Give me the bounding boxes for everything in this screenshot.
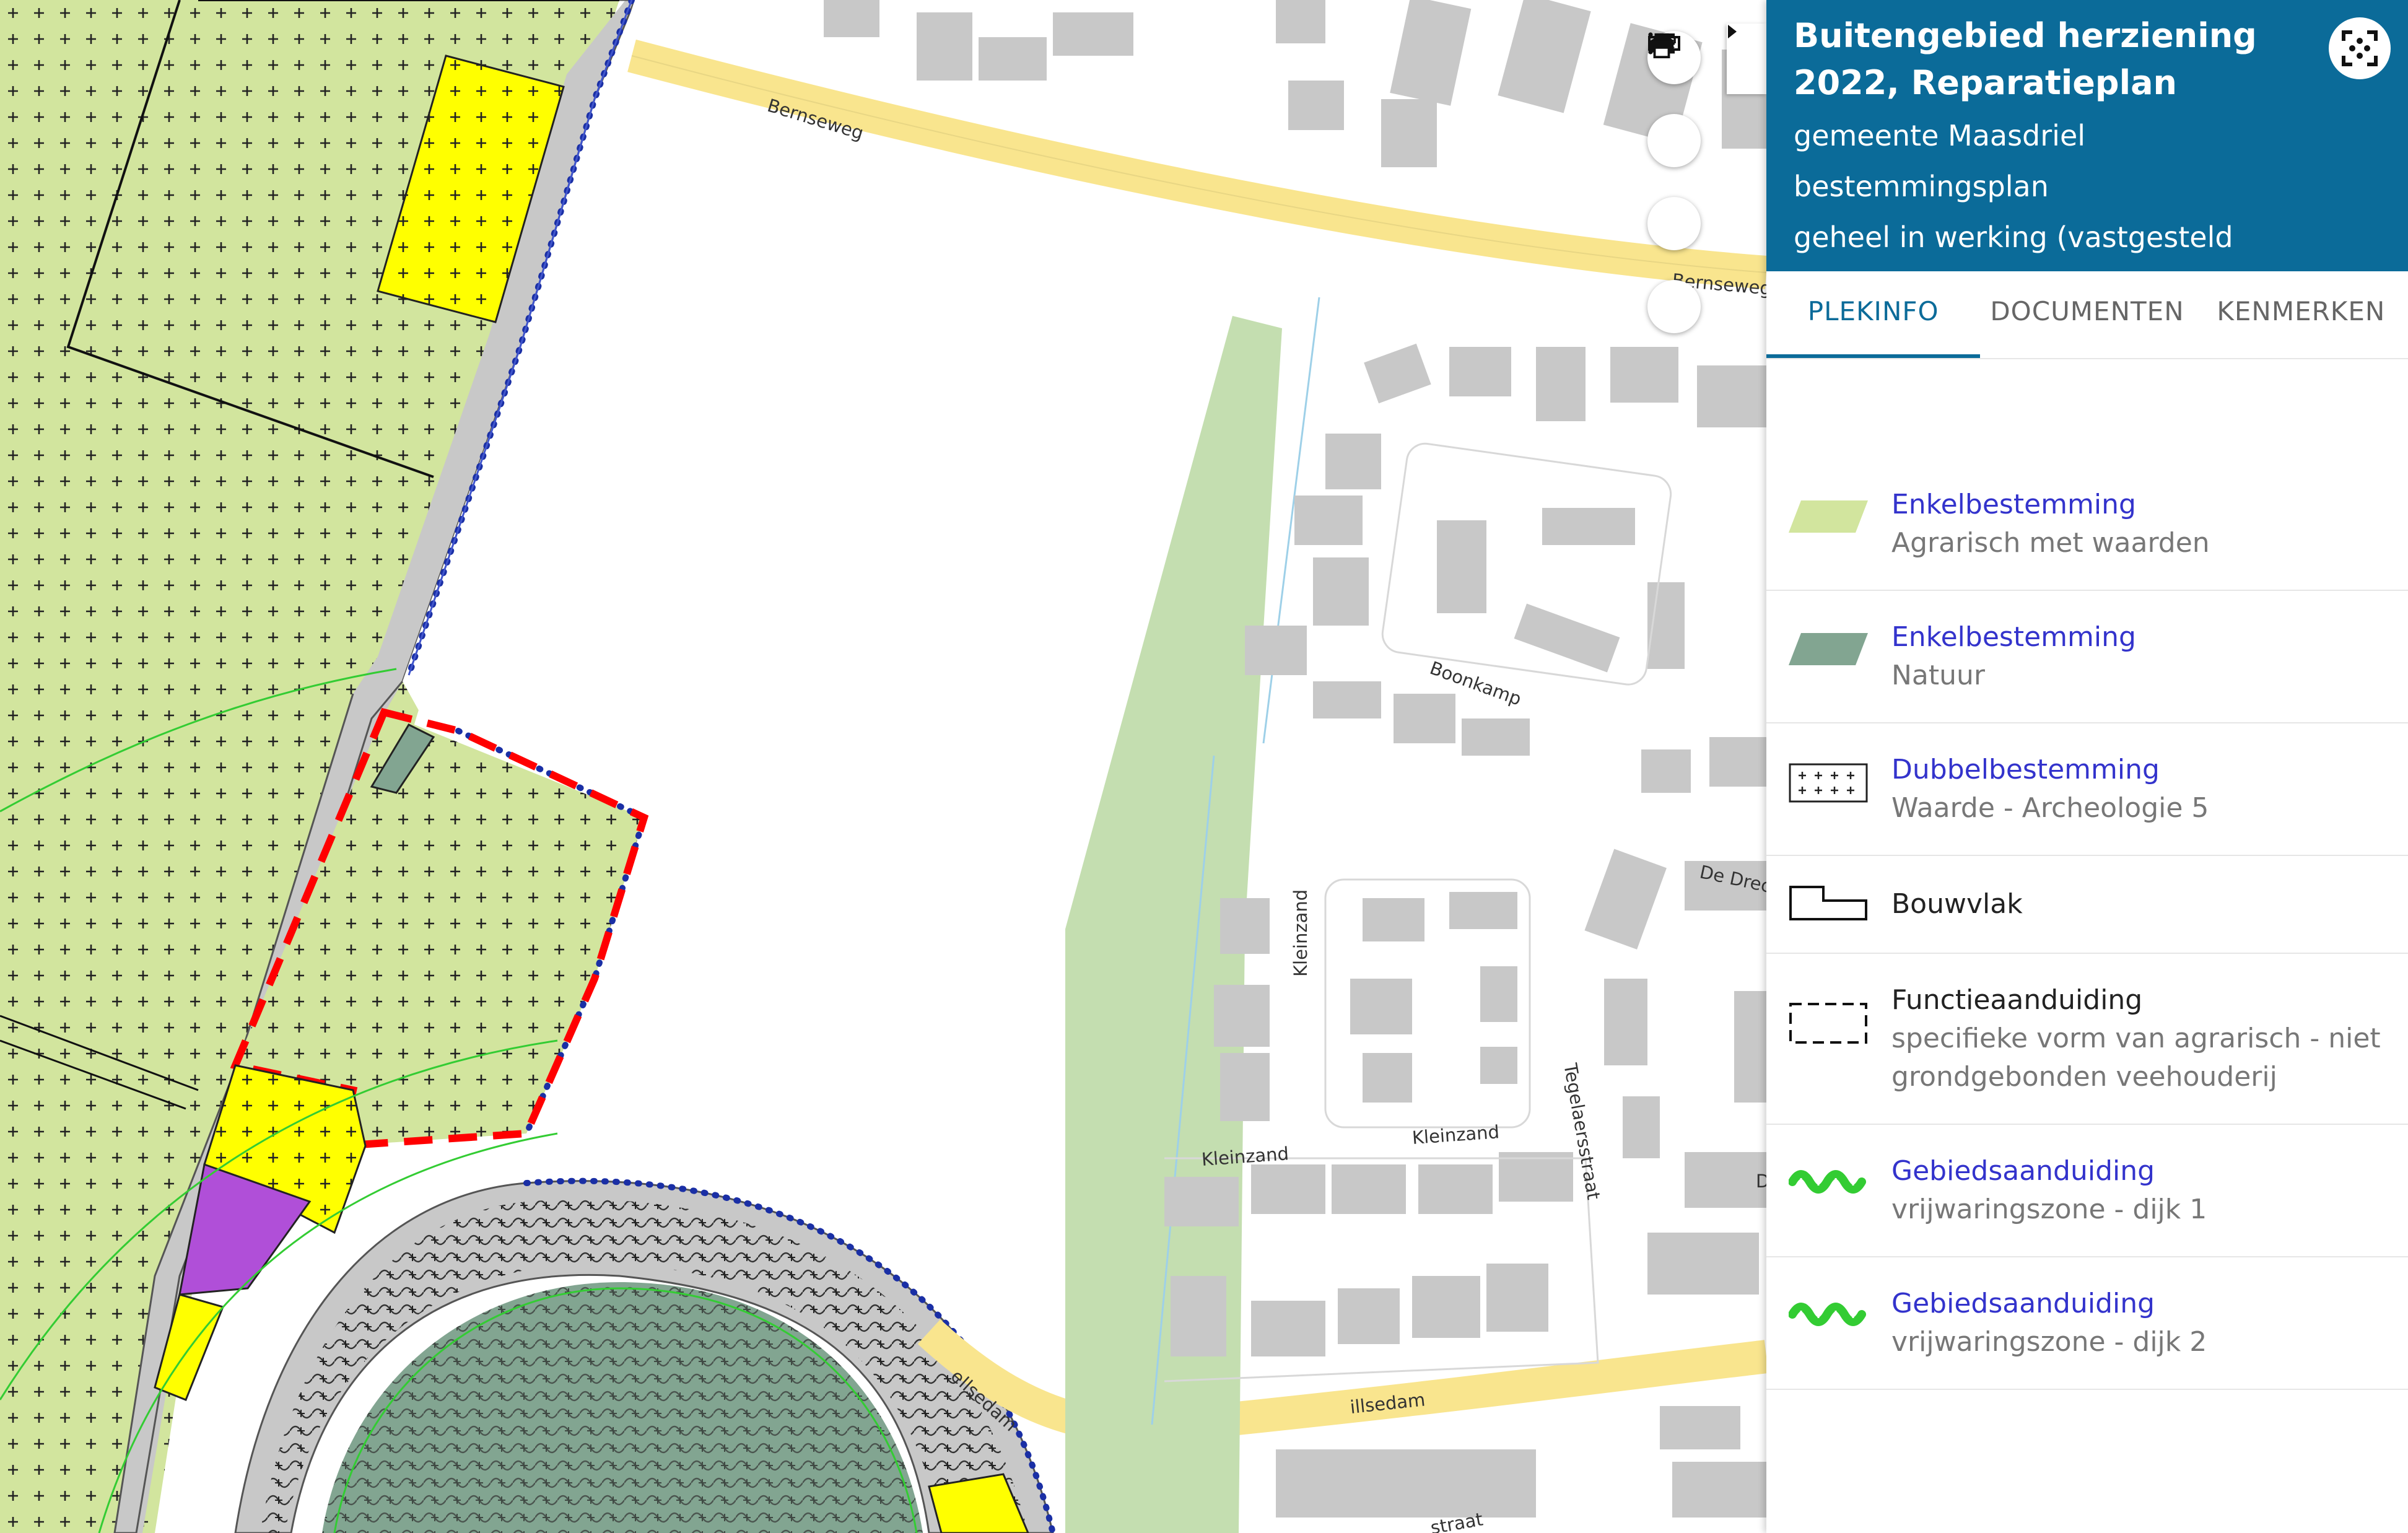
- legend-name: vrijwaringszone - dijk 2: [1891, 1326, 2207, 1358]
- map-graphics[interactable]: [0, 0, 1766, 1533]
- plan-title: Buitengebied herziening 2022, Reparatiep…: [1794, 16, 2257, 102]
- legend-name: Waarde - Archeologie 5: [1891, 792, 2209, 824]
- collapse-panel-button[interactable]: [1727, 24, 1766, 94]
- legend-type: Functieaanduiding: [1891, 984, 2143, 1016]
- map-canvas[interactable]: Bernseweg Bernseweg Boonkamp De Drec Kle…: [0, 0, 1766, 1533]
- legend-name: Natuur: [1891, 660, 1985, 691]
- legend-type[interactable]: Gebiedsaanduiding: [1891, 1285, 2207, 1323]
- measure-button[interactable]: [1647, 36, 1701, 167]
- tab-kenmerken[interactable]: KENMERKEN: [2194, 271, 2408, 358]
- outline-shape-icon: [1789, 885, 1867, 920]
- legend-item-bouwvlak[interactable]: Bouwvlak: [1766, 856, 2408, 954]
- legend-name: specifieke vorm van agrarisch - niet gro…: [1891, 1023, 2381, 1093]
- legend-list: Enkelbestemming Agrarisch met waarden En…: [1766, 458, 2408, 1390]
- plan-header: Buitengebied herziening 2022, Reparatiep…: [1766, 0, 2408, 305]
- focus-icon: [2342, 30, 2378, 66]
- tab-documenten[interactable]: DOCUMENTEN: [1980, 271, 2194, 358]
- legend-name: Agrarisch met waarden: [1891, 527, 2210, 559]
- legend-item-agrarisch[interactable]: Enkelbestemming Agrarisch met waarden: [1766, 458, 2408, 591]
- map-toolbar: [1647, 31, 1701, 363]
- focus-button[interactable]: [2329, 17, 2391, 79]
- legend-item-dijk-1[interactable]: Gebiedsaanduiding vrijwaringszone - dijk…: [1766, 1125, 2408, 1257]
- legend-type[interactable]: Enkelbestemming: [1891, 486, 2210, 524]
- green-wave-icon: [1788, 1170, 1866, 1194]
- legend-item-archeologie[interactable]: Dubbelbestemming Waarde - Archeologie 5: [1766, 723, 2408, 856]
- legend-list-button[interactable]: [1647, 32, 1701, 250]
- legend-item-natuur[interactable]: Enkelbestemming Natuur: [1766, 591, 2408, 723]
- legend-type: Bouwvlak: [1891, 888, 2023, 920]
- legend-name: vrijwaringszone - dijk 1: [1891, 1194, 2207, 1225]
- legend-item-dijk-2[interactable]: Gebiedsaanduiding vrijwaringszone - dijk…: [1766, 1257, 2408, 1390]
- legend-type[interactable]: Gebiedsaanduiding: [1891, 1152, 2207, 1190]
- panel-tabs: PLEKINFO DOCUMENTEN KENMERKEN: [1766, 271, 2408, 359]
- plus-grid-icon: [1789, 763, 1868, 803]
- street-label-d: D: [1756, 1171, 1766, 1192]
- legend-type[interactable]: Enkelbestemming: [1891, 618, 2136, 657]
- print-button[interactable]: [1647, 33, 1701, 333]
- print-icon: [1649, 33, 1674, 59]
- plan-municipality: gemeente Maasdriel: [1794, 119, 2086, 152]
- caret-right-icon: [1728, 25, 1737, 38]
- legend-item-functieaanduiding[interactable]: Functieaanduiding specifieke vorm van ag…: [1766, 954, 2408, 1125]
- dashed-rect-icon: [1789, 1003, 1867, 1044]
- plan-type: bestemmingsplan: [1794, 170, 2049, 203]
- green-wave-icon: [1788, 1303, 1866, 1326]
- legend-type[interactable]: Dubbelbestemming: [1891, 751, 2209, 789]
- swatch-light-green-icon: [1789, 500, 1868, 533]
- street-label-kleinzand-v: Kleinzand: [1290, 889, 1311, 977]
- swatch-dark-green-icon: [1789, 633, 1868, 665]
- info-panel: Buitengebied herziening 2022, Reparatiep…: [1766, 0, 2408, 1533]
- tab-plekinfo[interactable]: PLEKINFO: [1766, 271, 1981, 358]
